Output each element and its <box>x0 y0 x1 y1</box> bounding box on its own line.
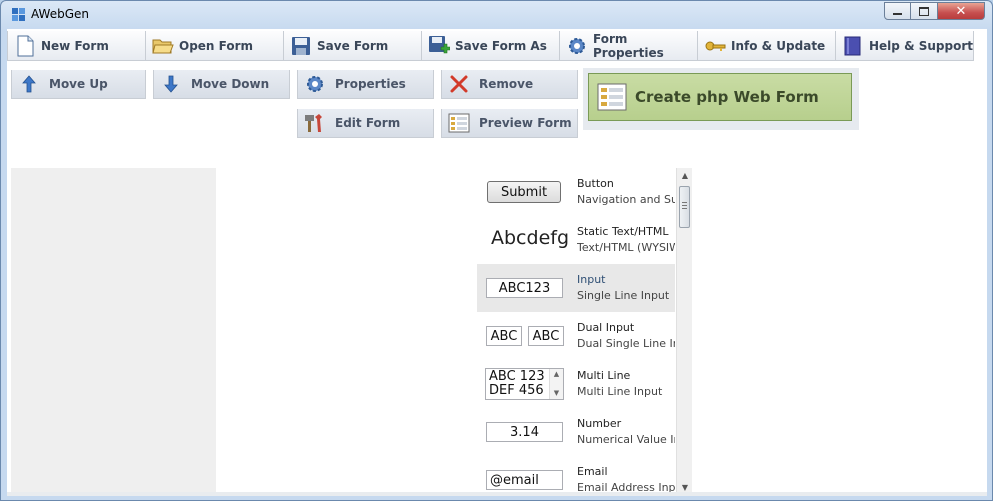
element-palette: Submit Button Navigation and Submit Abcd… <box>477 168 692 496</box>
new-form-button[interactable]: New Form <box>7 31 146 61</box>
form-preview-icon <box>448 112 470 134</box>
key-icon <box>704 35 726 57</box>
create-panel: Create php Web Form <box>583 68 859 130</box>
gear-icon <box>304 73 326 95</box>
tools-icon <box>304 112 326 134</box>
remove-x-icon <box>448 73 470 95</box>
move-up-label: Move Up <box>49 77 108 91</box>
palette-item-input[interactable]: ABC123 Input Single Line Input <box>477 264 675 312</box>
create-php-web-form-button[interactable]: Create php Web Form <box>588 73 852 121</box>
email-preview: @email <box>486 470 563 490</box>
new-form-label: New Form <box>41 38 109 53</box>
status-strip <box>7 492 987 496</box>
menu-bar: New Form Open Form Save Form Save Form A… <box>7 31 975 61</box>
minimize-button[interactable] <box>884 2 911 20</box>
close-icon: ✕ <box>955 3 967 19</box>
open-form-button[interactable]: Open Form <box>145 31 284 61</box>
arrow-down-icon <box>160 73 182 95</box>
window-title: AWebGen <box>31 7 90 21</box>
palette-item-subtitle: Dual Single Line Input <box>577 337 675 350</box>
help-support-label: Help & Support <box>869 38 973 53</box>
move-down-label: Move Down <box>191 77 270 91</box>
scrollbar-thumb[interactable] <box>679 186 690 228</box>
static-text-preview: Abcdefg <box>491 227 570 249</box>
maximize-button[interactable] <box>910 2 938 20</box>
multi-line-preview: ABC 123 DEF 456 ▲ ▼ <box>485 368 564 400</box>
palette-item-title: Number <box>577 417 622 430</box>
open-folder-icon <box>152 35 174 57</box>
help-book-icon <box>842 35 864 57</box>
properties-label: Properties <box>335 77 406 91</box>
open-form-label: Open Form <box>179 38 254 53</box>
properties-button[interactable]: Properties <box>297 70 434 99</box>
palette-item-multi-line[interactable]: ABC 123 DEF 456 ▲ ▼ Multi Line Multi Lin… <box>477 360 675 408</box>
info-update-button[interactable]: Info & Update <box>697 31 836 61</box>
help-support-button[interactable]: Help & Support <box>835 31 974 61</box>
palette-item-subtitle: Text/HTML (WYSIWYG) <box>577 241 675 254</box>
form-document-icon <box>597 82 627 112</box>
maximize-icon <box>919 6 929 16</box>
palette-item-title: Email <box>577 465 608 478</box>
multi-line-preview-line1: ABC 123 <box>489 369 545 384</box>
form-properties-label: Form Properties <box>593 31 664 60</box>
palette-item-subtitle: Navigation and Submit <box>577 193 675 206</box>
palette-scrollbar[interactable]: ▲ ▼ <box>676 168 692 496</box>
palette-item-title: Dual Input <box>577 321 635 334</box>
button-preview: Submit <box>487 181 561 203</box>
arrow-up-icon <box>18 73 40 95</box>
save-form-button[interactable]: Save Form <box>283 31 422 61</box>
form-properties-button[interactable]: Form Properties <box>559 31 698 61</box>
palette-item-title: Multi Line <box>577 369 631 382</box>
multi-line-preview-line2: DEF 456 <box>489 383 544 398</box>
close-button[interactable]: ✕ <box>937 2 985 20</box>
palette-item-subtitle: Multi Line Input <box>577 385 663 398</box>
minimize-icon <box>893 13 902 15</box>
app-window: AWebGen ✕ New Form Open Form Save Form S… <box>0 0 993 501</box>
scroll-up-arrow-icon[interactable]: ▲ <box>677 168 692 184</box>
save-form-label: Save Form <box>317 38 389 53</box>
app-logo-icon <box>12 8 26 22</box>
palette-item-subtitle: Single Line Input <box>577 289 670 302</box>
title-bar[interactable]: AWebGen ✕ <box>1 1 992 29</box>
dual-input-preview-a: ABC <box>486 326 522 346</box>
number-preview: 3.14 <box>486 422 563 442</box>
palette-item-email[interactable]: @email Email Email Address Input <box>477 456 675 496</box>
dual-input-preview-b: ABC <box>528 326 564 346</box>
palette-item-title: Button <box>577 177 614 190</box>
save-form-as-label: Save Form As <box>455 38 547 53</box>
create-php-web-form-label: Create php Web Form <box>635 88 819 106</box>
scroll-down-icon: ▼ <box>553 389 560 397</box>
save-as-icon <box>428 35 451 57</box>
move-up-button[interactable]: Move Up <box>11 70 146 99</box>
palette-item-number[interactable]: 3.14 Number Numerical Value Input <box>477 408 675 456</box>
new-document-icon <box>14 35 36 57</box>
save-form-as-button[interactable]: Save Form As <box>421 31 560 61</box>
preview-form-button[interactable]: Preview Form <box>441 109 578 138</box>
remove-label: Remove <box>479 77 534 91</box>
client-area: New Form Open Form Save Form Save Form A… <box>7 29 987 496</box>
palette-item-button[interactable]: Submit Button Navigation and Submit <box>477 168 675 216</box>
remove-button[interactable]: Remove <box>441 70 578 99</box>
input-preview: ABC123 <box>486 278 563 298</box>
form-canvas-pane[interactable] <box>11 168 216 496</box>
gear-icon <box>566 35 588 57</box>
edit-form-button[interactable]: Edit Form <box>297 109 434 138</box>
palette-item-dual-input[interactable]: ABC ABC Dual Input Dual Single Line Inpu… <box>477 312 675 360</box>
preview-form-label: Preview Form <box>479 116 572 130</box>
palette-item-title: Static Text/HTML <box>577 225 669 238</box>
info-update-label: Info & Update <box>731 38 826 53</box>
move-down-button[interactable]: Move Down <box>153 70 290 99</box>
scroll-up-icon: ▲ <box>553 370 560 378</box>
palette-item-title: Input <box>577 273 606 286</box>
edit-form-label: Edit Form <box>335 116 401 130</box>
palette-item-static-text[interactable]: Abcdefg Static Text/HTML Text/HTML (WYSI… <box>477 216 675 264</box>
palette-item-subtitle: Numerical Value Input <box>577 433 675 446</box>
floppy-disk-icon <box>290 35 312 57</box>
multi-line-scrollbar: ▲ ▼ <box>549 369 563 399</box>
